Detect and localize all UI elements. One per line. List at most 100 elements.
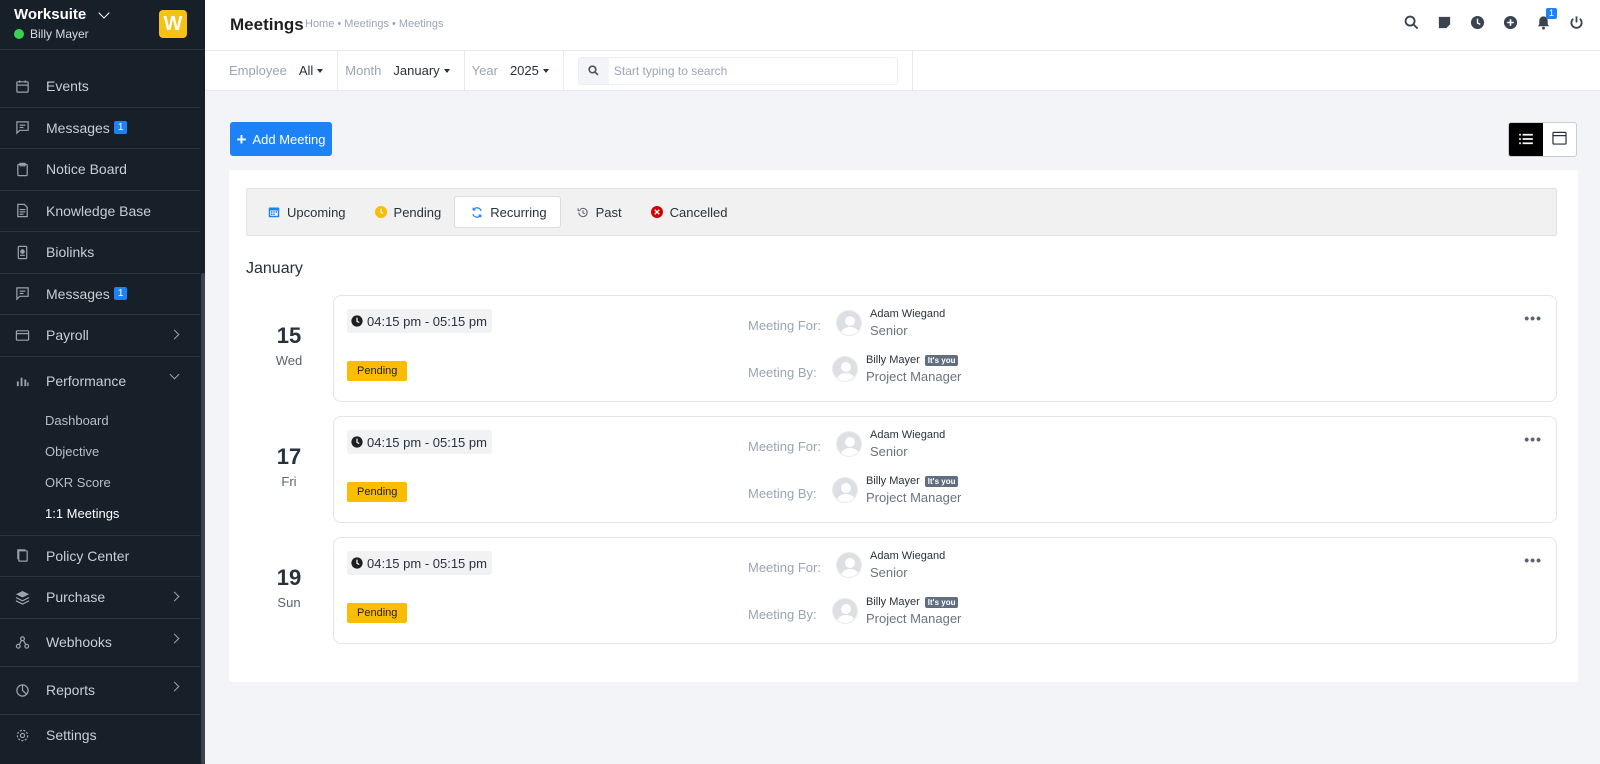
meeting-for-label: Meeting For: [748,439,821,454]
meeting-time-text: 04:15 pm - 05:15 pm [367,313,487,329]
avatar [832,477,858,503]
sidebar-item-messages[interactable]: Messages 1 [0,108,200,149]
meeting-for-person[interactable]: Adam Wiegand Senior [836,429,945,459]
filter-bar: Employee All Month January Year 2025 [205,50,1600,91]
employee-select[interactable]: All [299,63,324,78]
more-options-icon[interactable]: ••• [1524,431,1542,447]
calendar-view-button[interactable] [1543,123,1577,156]
meeting-card[interactable]: 04:15 pm - 05:15 pm Pending Meeting For:… [333,537,1557,644]
chevron-right-icon [169,633,180,643]
sidebar-item-purchase[interactable]: Purchase [0,577,200,619]
document-icon [14,203,30,219]
cancel-icon [650,206,663,218]
add-meeting-label: Add Meeting [252,131,326,147]
calendar-icon [268,206,280,218]
sticky-note-icon[interactable] [1437,15,1452,30]
meeting-for-person[interactable]: Adam Wiegand Senior [836,308,945,338]
meeting-by-person[interactable]: Billy Mayer It's you Project Manager [832,354,961,384]
sidebar-subitem-objective[interactable]: Objective [0,436,200,467]
current-user-name: Billy Mayer [30,27,89,41]
topbar-actions: 1 [1404,8,1584,30]
sidebar-item-reports[interactable]: Reports [0,667,200,715]
add-meeting-button[interactable]: + Add Meeting [230,122,332,156]
list-view-button[interactable] [1509,123,1543,156]
meeting-weekday: Wed [275,353,303,368]
its-you-badge: It's you [924,354,959,366]
clock-icon [374,206,387,218]
sidebar-item-biolinks[interactable]: Biolinks [0,232,200,274]
performance-submenu: Dashboard Objective OKR Score 1:1 Meetin… [0,405,200,536]
power-icon[interactable] [1569,15,1584,30]
meetings-card: Upcoming Pending Recurring Past Cancelle… [229,170,1578,682]
sidebar-item-performance[interactable]: Performance [0,357,200,405]
brand-name: Worksuite [14,6,87,23]
sidebar-item-payroll[interactable]: Payroll [0,315,200,357]
tab-upcoming[interactable]: Upcoming [252,196,359,228]
sidebar: Worksuite Billy Mayer W Events Messages … [0,0,205,764]
person-name: Billy Mayer [866,596,920,608]
year-filter[interactable]: Year 2025 [465,50,564,91]
sidebar-header: Worksuite Billy Mayer W [0,0,205,50]
meeting-card[interactable]: 04:15 pm - 05:15 pm Pending Meeting For:… [333,295,1557,402]
tab-past[interactable]: Past [561,196,635,228]
sidebar-item-notice-board[interactable]: Notice Board [0,149,200,191]
sidebar-subitem-one-on-one-meetings[interactable]: 1:1 Meetings [0,498,200,529]
sidebar-item-label: Settings [46,727,97,744]
filter-label: Month [345,63,382,78]
bell-icon[interactable]: 1 [1536,8,1557,30]
sidebar-item-webhooks[interactable]: Webhooks [0,619,200,667]
meeting-by-label: Meeting By: [748,365,817,380]
person-name: Adam Wiegand [870,308,946,320]
meeting-by-person[interactable]: Billy Mayer It's you Project Manager [832,596,961,626]
month-heading: January [246,260,303,277]
meeting-date: 17 Fri [246,444,332,489]
sidebar-item-messages[interactable]: Messages 1 [0,274,200,315]
avatar [836,552,862,578]
gear-icon [14,727,30,743]
search-icon[interactable] [1404,15,1419,30]
status-badge: Pending [347,361,408,381]
tab-recurring[interactable]: Recurring [454,196,561,228]
meeting-for-label: Meeting For: [748,560,821,575]
month-select[interactable]: January [393,63,450,78]
month-filter[interactable]: Month January [338,50,465,91]
meeting-time-text: 04:15 pm - 05:15 pm [367,434,487,450]
year-select[interactable]: 2025 [510,63,549,78]
meeting-for-person[interactable]: Adam Wiegand Senior [836,550,945,580]
app-logo[interactable]: W [159,10,187,38]
sidebar-scrollbar[interactable] [201,273,205,764]
sidebar-item-policy-center[interactable]: Policy Center [0,536,200,577]
meeting-card[interactable]: 04:15 pm - 05:15 pm Pending Meeting For:… [333,416,1557,523]
sidebar-subitem-dashboard[interactable]: Dashboard [0,405,200,436]
meeting-by-person[interactable]: Billy Mayer It's you Project Manager [832,475,961,505]
sidebar-subitem-okr-score[interactable]: OKR Score [0,467,200,498]
tab-label: Upcoming [287,204,346,220]
caret-down-icon [542,68,549,73]
sidebar-item-label: Reports [46,682,96,698]
more-options-icon[interactable]: ••• [1524,310,1542,326]
sidebar-item-settings[interactable]: Settings [0,715,200,757]
meeting-day-number: 19 [276,565,302,590]
sync-icon [471,206,483,218]
more-options-icon[interactable]: ••• [1524,552,1542,568]
sidebar-item-label: Events [46,78,89,95]
its-you-badge: It's you [924,596,959,608]
chevron-right-icon [169,329,180,340]
person-name: Billy Mayer [866,475,920,487]
sidebar-item-label: Knowledge Base [46,202,152,219]
add-circle-icon[interactable] [1503,15,1518,30]
meeting-day-number: 17 [276,444,302,469]
person-role: Project Manager [866,611,962,626]
search-input[interactable] [608,63,889,78]
employee-filter[interactable]: Employee All [205,50,339,91]
clock-icon[interactable] [1470,15,1485,30]
message-icon [14,120,30,136]
sidebar-item-events[interactable]: Events [0,66,200,108]
tab-pending[interactable]: Pending [359,196,455,228]
meeting-weekday: Fri [281,474,297,489]
chevron-right-icon [169,591,180,602]
calendar-icon [1552,131,1567,148]
tab-cancelled[interactable]: Cancelled [635,196,741,228]
sidebar-item-knowledge-base[interactable]: Knowledge Base [0,191,200,232]
meeting-weekday: Sun [277,595,301,610]
